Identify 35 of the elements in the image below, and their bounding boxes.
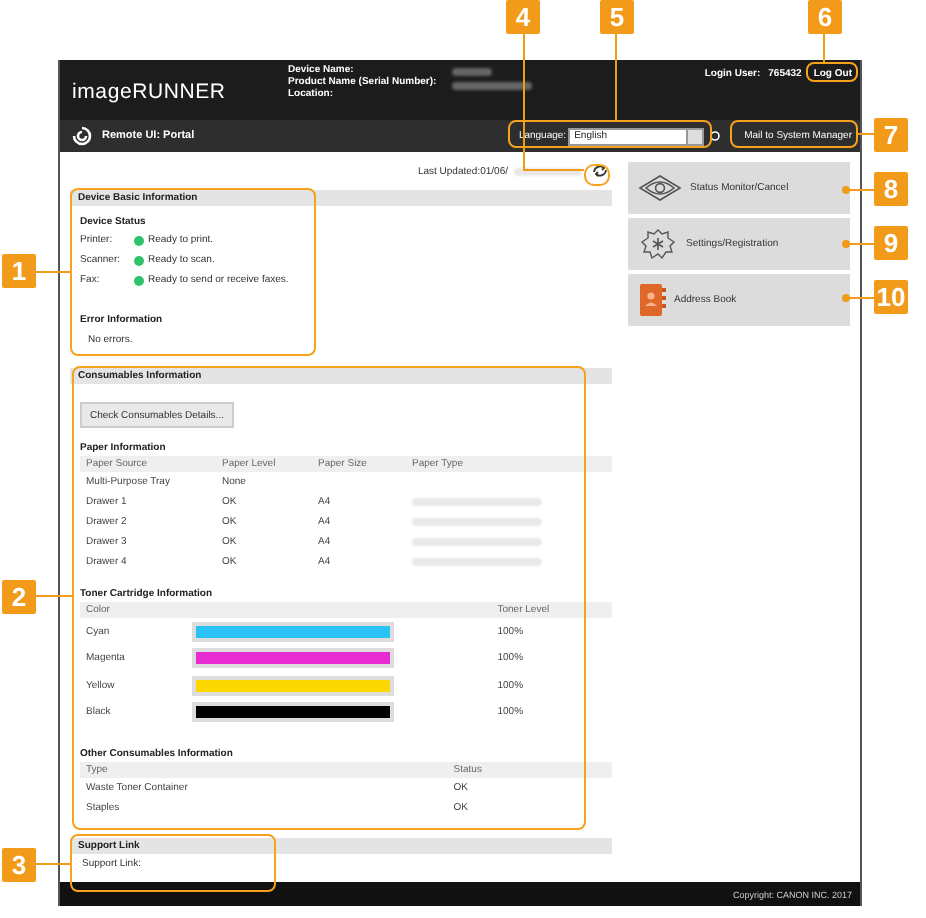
leader-line [35, 863, 71, 865]
gear-icon [638, 226, 678, 262]
highlight-frame [730, 120, 858, 148]
leader-line [823, 33, 825, 63]
leader-line [35, 595, 73, 597]
refresh-icon[interactable] [592, 164, 608, 178]
blurred-text [452, 68, 493, 76]
callout-badge: 3 [2, 848, 36, 882]
highlight-frame [584, 164, 610, 186]
callout-badge: 2 [2, 580, 36, 614]
portal-icon [72, 126, 92, 146]
leader-line [35, 271, 71, 273]
callout-badge: 7 [874, 118, 908, 152]
eye-icon [638, 174, 682, 202]
leader-line [845, 243, 875, 245]
help-icon[interactable] [710, 130, 721, 142]
logo: imageRUNNER [72, 80, 228, 104]
address-book-icon [638, 282, 666, 318]
callout-badge: 4 [506, 0, 540, 34]
leader-line [857, 133, 875, 135]
blurred-text [514, 167, 582, 175]
leader-line [845, 297, 875, 299]
leader-dot [842, 186, 850, 194]
highlight-frame [806, 62, 858, 82]
leader-dot [842, 240, 850, 248]
leader-line [845, 189, 875, 191]
callout-badge: 9 [874, 226, 908, 260]
callout-badge: 1 [2, 254, 36, 288]
blurred-text [452, 81, 533, 89]
callout-badge: 5 [600, 0, 634, 34]
leader-dot [842, 294, 850, 302]
callout-badge: 6 [808, 0, 842, 34]
callout-badge: 10 [874, 280, 908, 314]
callout-badge: 8 [874, 172, 908, 206]
leader-line [615, 33, 617, 121]
